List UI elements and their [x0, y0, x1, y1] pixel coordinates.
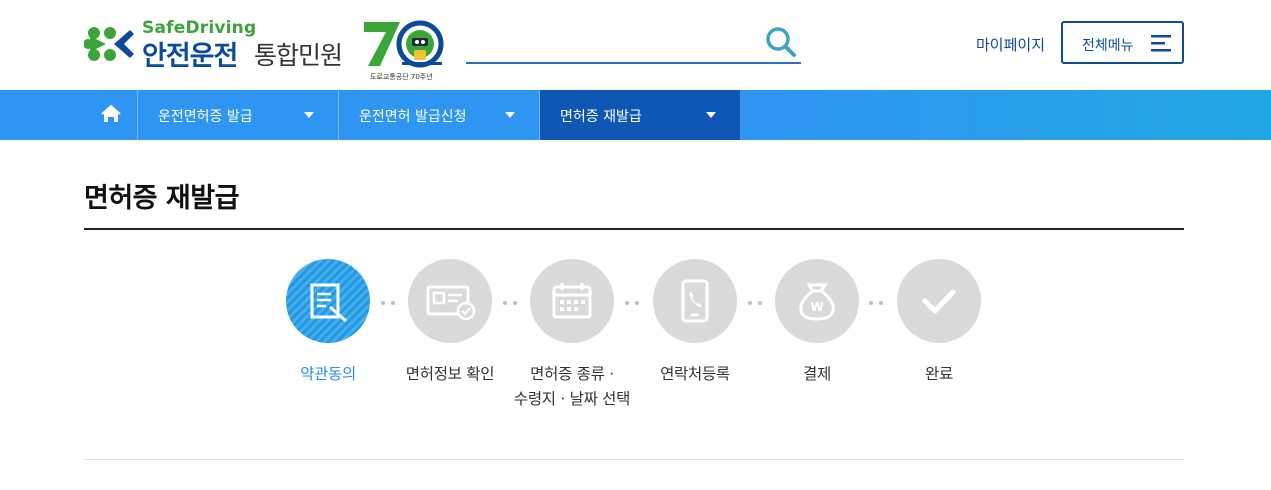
nav-item-license-issue[interactable]: 운전면허증 발급: [138, 90, 339, 140]
step-license-info: [408, 259, 492, 343]
step-connector: [748, 301, 762, 305]
title-divider: [84, 228, 1184, 230]
nav-item-label: 면허증 재발급: [560, 109, 642, 125]
step-label-line: 수령지 · 날짜 선택: [513, 390, 631, 408]
logo-title: 안전운전: [142, 41, 238, 72]
document-edit-icon: [286, 259, 370, 343]
nav-item-label: 운전면허 발급신청: [359, 109, 467, 125]
all-menu-label: 전체메뉴: [1082, 38, 1134, 54]
check-icon: [922, 289, 956, 314]
step-payment: W: [775, 259, 859, 343]
chevron-down-icon: [706, 112, 716, 118]
step-complete: [897, 259, 981, 343]
search-bar: [466, 22, 801, 64]
home-icon: [101, 104, 121, 122]
nav-item-label: 운전면허증 발급: [158, 109, 253, 125]
svg-text:W: W: [810, 300, 823, 314]
calendar-icon: [552, 283, 592, 319]
step-label-complete: 완료: [925, 365, 953, 383]
phone-icon: [681, 279, 709, 323]
search-input[interactable]: [466, 26, 756, 60]
search-icon[interactable]: [763, 24, 799, 60]
step-connector: [381, 301, 395, 305]
step-contact-registration: [653, 259, 737, 343]
step-connector: [503, 301, 517, 305]
chevron-down-icon: [505, 112, 515, 118]
clover-logo-icon: [84, 27, 134, 61]
nav-item-license-reissue[interactable]: 면허증 재발급: [540, 90, 741, 140]
all-menu-button[interactable]: 전체메뉴: [1061, 21, 1184, 64]
anniversary-caption: 도로교통공단 70주년: [370, 73, 433, 81]
hamburger-menu-icon: [1151, 35, 1171, 52]
step-type-location-date: [530, 259, 614, 343]
mypage-link[interactable]: 마이페이지: [976, 34, 1045, 55]
step-connector: [869, 301, 883, 305]
site-logo[interactable]: SafeDriving 안전운전 통합민원 도로교통공단 70주년: [84, 18, 446, 84]
step-terms-agreement: [286, 259, 370, 343]
page-title: 면허증 재발급: [84, 183, 239, 214]
logo-title-secondary: 통합민원: [254, 41, 343, 70]
nav-home-button[interactable]: [84, 90, 138, 140]
section-divider: [84, 459, 1184, 460]
main-navigation: 운전면허증 발급 운전면허 발급신청 면허증 재발급: [0, 90, 1271, 140]
nav-item-license-application[interactable]: 운전면허 발급신청: [339, 90, 540, 140]
money-bag-icon: W: [799, 283, 835, 321]
id-card-check-icon: [426, 285, 476, 321]
site-header: SafeDriving 안전운전 통합민원 도로교통공단 70주년 마이페이지 …: [0, 0, 1271, 90]
step-connector: [625, 301, 639, 305]
chevron-down-icon: [304, 112, 314, 118]
